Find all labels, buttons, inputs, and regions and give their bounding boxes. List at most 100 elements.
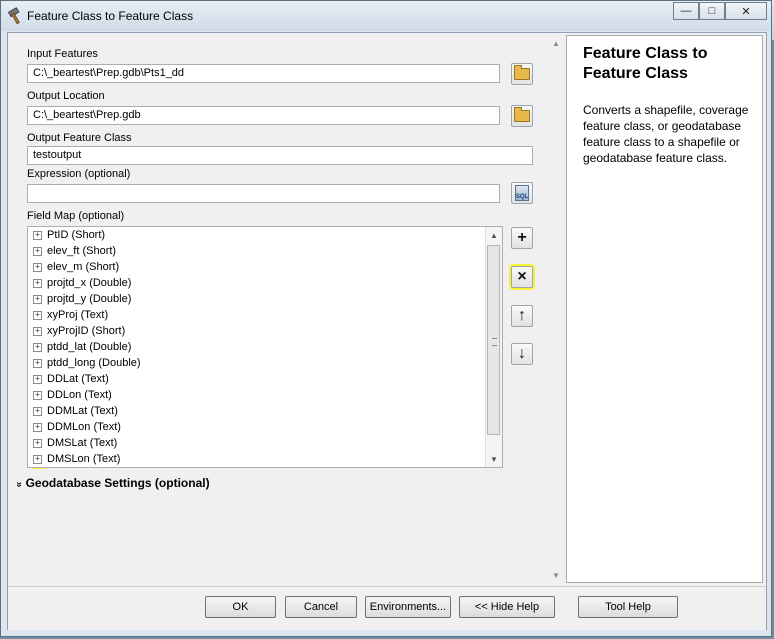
field-map-item[interactable]: + ptdd_lat (Double) <box>28 339 502 355</box>
field-map-item[interactable]: + xyProj (Text) <box>28 307 502 323</box>
field-map-item-label: PtID (Short) <box>47 229 106 241</box>
expand-plus-icon[interactable]: + <box>33 278 42 288</box>
field-map-item[interactable]: + DDLon (Text) <box>28 387 502 403</box>
scroll-thumb[interactable] <box>487 245 500 435</box>
arrow-up-icon: ↑ <box>518 307 526 324</box>
title-bar[interactable]: Feature Class to Feature Class — □ ✕ <box>1 1 771 31</box>
minimize-button[interactable]: — <box>673 2 699 20</box>
expand-plus-icon[interactable]: + <box>33 342 42 352</box>
button-bar: OK Cancel Environments... << Hide Help T… <box>8 586 766 630</box>
field-map-item-label: ptdd_lat (Double) <box>47 341 132 353</box>
field-map-item[interactable]: + PtID (Short) <box>28 227 502 243</box>
output-location-field[interactable]: C:\_beartest\Prep.gdb <box>27 106 500 125</box>
plus-icon: + <box>517 229 527 246</box>
field-map-item-label: elev_ft (Short) <box>47 245 117 257</box>
input-features-field[interactable]: C:\_beartest\Prep.gdb\Pts1_dd <box>27 64 500 83</box>
help-title: Feature Class to Feature Class <box>583 45 708 82</box>
field-map-item-label: DDMLat (Text) <box>47 405 118 417</box>
field-map-item-label: DMSLon (Text) <box>47 453 121 465</box>
field-map-item[interactable]: + elev_ft (Short) <box>28 243 502 259</box>
expand-plus-icon[interactable]: + <box>33 422 42 432</box>
hammer-icon <box>7 7 20 25</box>
add-field-button[interactable]: + <box>511 227 533 249</box>
window-controls: — □ ✕ <box>673 2 767 20</box>
expand-plus-icon[interactable]: + <box>33 326 42 336</box>
geodatabase-settings-toggle[interactable]: »Geodatabase Settings (optional) <box>13 476 210 490</box>
move-up-button[interactable]: ↑ <box>511 305 533 327</box>
close-button[interactable]: ✕ <box>725 2 767 20</box>
output-feature-class-field[interactable]: testoutput <box>27 146 533 165</box>
field-map-label: Field Map (optional) <box>27 210 125 222</box>
expand-plus-icon[interactable]: + <box>33 358 42 368</box>
scroll-down-arrow[interactable]: ▼ <box>548 567 564 583</box>
field-map-list[interactable]: + PtID (Short) + elev_ft (Short) + elev_m (Sh… <box>27 226 503 468</box>
field-map-scrollbar[interactable]: ▲ ▼ <box>485 227 502 467</box>
browse-output-button[interactable] <box>511 105 533 127</box>
expand-plus-icon[interactable]: + <box>33 374 42 384</box>
chevron-down-icon: » <box>13 481 25 488</box>
field-map-items: + PtID (Short) + elev_ft (Short) + elev_m (Sh… <box>28 227 502 467</box>
parameters-scrollbar[interactable]: ▲ ▼ <box>548 35 564 583</box>
field-map-item-label: projtd_x (Double) <box>47 277 132 289</box>
expand-plus-icon[interactable]: + <box>33 230 42 240</box>
field-map-item[interactable]: + projtd_x (Double) <box>28 275 502 291</box>
field-map-item-label: projtd_y (Double) <box>47 293 132 305</box>
field-map-item[interactable]: + ptdd_long (Double) <box>28 355 502 371</box>
dialog-client: Input Features C:\_beartest\Prep.gdb\Pts… <box>7 32 767 630</box>
maximize-button[interactable]: □ <box>699 2 725 20</box>
scroll-up-arrow[interactable]: ▲ <box>486 227 502 243</box>
input-features-label: Input Features <box>27 48 98 60</box>
expand-plus-icon[interactable]: + <box>33 454 42 464</box>
sql-builder-button[interactable]: SQL <box>511 182 533 204</box>
field-map-item-label: xyProjID (Short) <box>47 325 126 337</box>
field-map-item-label: xyProj (Text) <box>47 309 109 321</box>
browse-input-button[interactable] <box>511 63 533 85</box>
field-map-item[interactable]: + elev_m (Short) <box>28 259 502 275</box>
cancel-button[interactable]: Cancel <box>285 596 357 618</box>
minimize-icon: — <box>680 5 692 17</box>
remove-field-button[interactable]: × <box>511 266 533 288</box>
parameters-pane: Input Features C:\_beartest\Prep.gdb\Pts… <box>8 33 565 586</box>
expression-field[interactable] <box>27 184 500 203</box>
field-map-item[interactable]: + xyProjID (Short) <box>28 323 502 339</box>
field-map-item-label: DDMLon (Text) <box>47 421 121 433</box>
environments-button[interactable]: Environments... <box>365 596 451 618</box>
geodatabase-settings-label: Geodatabase Settings (optional) <box>25 476 210 490</box>
expand-plus-icon[interactable]: + <box>33 406 42 416</box>
sql-icon: SQL <box>515 185 529 201</box>
folder-open-icon <box>514 65 530 80</box>
field-map-item[interactable]: + DMSLat (Text) <box>28 435 502 451</box>
move-down-button[interactable]: ↓ <box>511 343 533 365</box>
field-map-item-label: DDLat (Text) <box>47 373 109 385</box>
field-map-item[interactable]: + DMSLon (Text) <box>28 451 502 467</box>
help-description: Converts a shapefile, coverage feature c… <box>583 103 749 165</box>
tool-help-button[interactable]: Tool Help <box>578 596 678 618</box>
arrow-down-icon: ↓ <box>518 345 526 362</box>
field-map-item-label: ptdd_long (Double) <box>47 357 141 369</box>
field-map-item[interactable]: + DDMLat (Text) <box>28 403 502 419</box>
field-map-item[interactable]: + DDLat (Text) <box>28 371 502 387</box>
close-icon: ✕ <box>741 5 751 18</box>
delete-x-icon: × <box>517 268 527 285</box>
expand-plus-icon[interactable]: + <box>33 262 42 272</box>
expand-plus-icon[interactable]: + <box>33 246 42 256</box>
grip-icon <box>492 338 497 346</box>
window-title: Feature Class to Feature Class <box>27 9 194 23</box>
output-location-label: Output Location <box>27 90 105 102</box>
field-map-item[interactable]: + DDMLon (Text) <box>28 419 502 435</box>
output-feature-class-label: Output Feature Class <box>27 132 132 144</box>
dialog-window: Feature Class to Feature Class — □ ✕ Inp… <box>0 0 772 637</box>
expand-plus-icon[interactable]: + <box>33 310 42 320</box>
expand-plus-icon[interactable]: + <box>33 390 42 400</box>
maximize-icon: □ <box>708 5 716 17</box>
ok-button[interactable]: OK <box>205 596 276 618</box>
field-map-item-label: DDLon (Text) <box>47 389 112 401</box>
field-map-item[interactable]: + projtd_y (Double) <box>28 291 502 307</box>
field-map-item-label: DMSLat (Text) <box>47 437 118 449</box>
help-panel: Feature Class to Feature Class Converts … <box>566 35 763 583</box>
scroll-up-arrow[interactable]: ▲ <box>548 35 564 51</box>
scroll-down-arrow[interactable]: ▼ <box>486 451 502 467</box>
expand-plus-icon[interactable]: + <box>33 438 42 448</box>
hide-help-button[interactable]: << Hide Help <box>459 596 555 618</box>
expand-plus-icon[interactable]: + <box>33 294 42 304</box>
